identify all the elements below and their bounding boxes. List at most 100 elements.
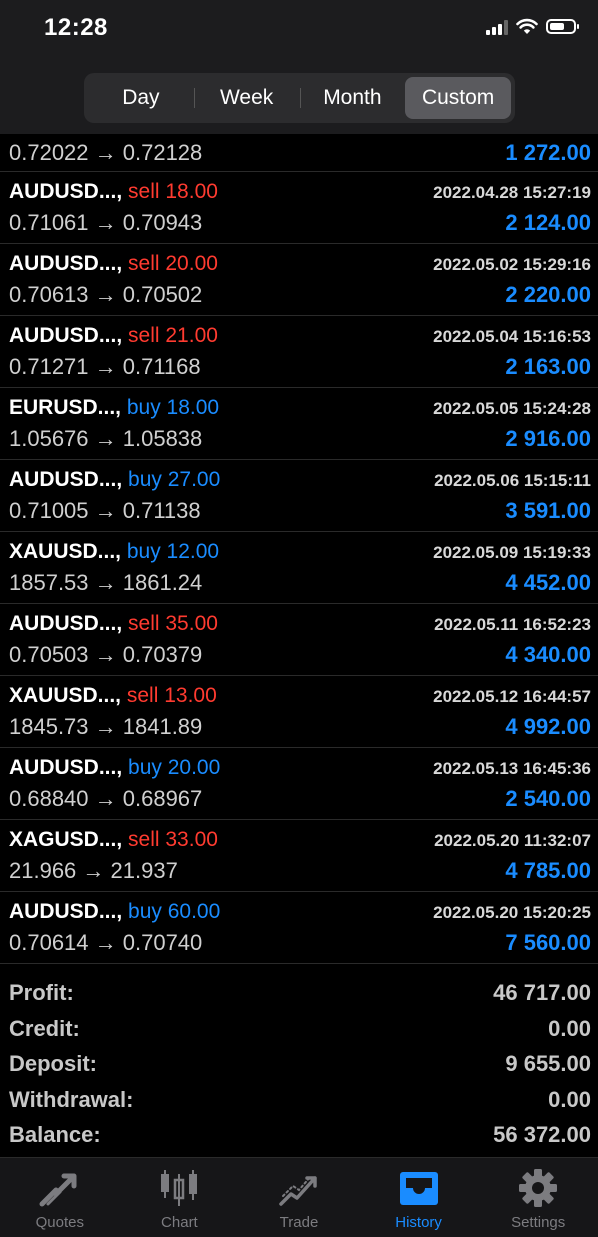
- trade-side-volume: sell 18.00: [128, 180, 218, 203]
- table-row[interactable]: EURUSD..., buy 18.00 2022.05.05 15:24:28 1…: [0, 388, 598, 460]
- trade-datetime: 2022.05.20 11:32:07: [434, 831, 591, 850]
- trade-datetime: 2022.05.05 15:24:28: [433, 399, 591, 418]
- trade-profit: 7 560.00: [505, 930, 591, 955]
- summary-profit: Profit: 46 717.00: [0, 975, 598, 1011]
- trade-datetime: 2022.05.12 16:44:57: [433, 687, 591, 706]
- trade-profit: 4 340.00: [505, 642, 591, 667]
- trade-symbol: XAUUSD..., buy 12.00: [9, 540, 219, 564]
- period-week[interactable]: Week: [193, 77, 300, 119]
- price-range: 0.68840 → 0.68967: [9, 786, 203, 811]
- trade-profit: 2 163.00: [505, 354, 591, 379]
- trade-profit: 4 452.00: [505, 570, 591, 595]
- tab-label: Settings: [511, 1214, 566, 1231]
- tab-history[interactable]: History: [359, 1158, 479, 1237]
- summary-label: Balance:: [9, 1122, 101, 1147]
- table-row[interactable]: AUDUSD..., buy 27.00 2022.05.06 15:15:11 0…: [0, 460, 598, 532]
- trade-datetime: 2022.05.09 15:19:33: [433, 543, 591, 562]
- period-day[interactable]: Day: [88, 77, 194, 119]
- trade-icon: [279, 1175, 317, 1206]
- trade-datetime: 2022.05.06 15:15:11: [434, 471, 591, 490]
- period-segmented-control: Day Week Month Custom: [84, 73, 515, 123]
- trade-side-volume: sell 33.00: [128, 828, 218, 851]
- symbol-name: AUDUSD...,: [9, 252, 123, 275]
- history-list: 0.72022 → 0.72128 1 272.00 AUDUSD..., se…: [0, 134, 598, 964]
- trade-symbol: AUDUSD..., sell 20.00: [9, 252, 218, 276]
- trade-symbol: XAGUSD..., sell 33.00: [9, 828, 218, 852]
- table-row[interactable]: XAUUSD..., buy 12.00 2022.05.09 15:19:33 1…: [0, 532, 598, 604]
- trade-profit: 2 916.00: [505, 426, 591, 451]
- trade-symbol: XAUUSD..., sell 13.00: [9, 684, 217, 708]
- price-range: 1857.53 → 1861.24: [9, 570, 203, 595]
- table-row[interactable]: AUDUSD..., sell 20.00 2022.05.02 15:29:16…: [0, 244, 598, 316]
- table-row[interactable]: AUDUSD..., buy 60.00 2022.05.20 15:20:25 0…: [0, 892, 598, 964]
- table-row[interactable]: AUDUSD..., sell 35.00 2022.05.11 16:52:23…: [0, 604, 598, 676]
- trade-side-volume: sell 21.00: [128, 324, 218, 347]
- trade-symbol: AUDUSD..., sell 21.00: [9, 324, 218, 348]
- table-row[interactable]: XAGUSD..., sell 33.00 2022.05.20 11:32:07…: [0, 820, 598, 892]
- trade-side-volume: sell 35.00: [128, 612, 218, 635]
- tab-settings[interactable]: Settings: [478, 1158, 598, 1237]
- trade-datetime: 2022.05.11 16:52:23: [434, 615, 591, 634]
- summary-value: 9 655.00: [505, 1051, 591, 1076]
- tab-label: Chart: [161, 1214, 198, 1231]
- table-row[interactable]: AUDUSD..., sell 18.00 2022.04.28 15:27:19…: [0, 172, 598, 244]
- table-row[interactable]: XAUUSD..., sell 13.00 2022.05.12 16:44:57…: [0, 676, 598, 748]
- trade-profit: 3 591.00: [505, 498, 591, 523]
- trade-profit: 4 992.00: [505, 714, 591, 739]
- symbol-name: AUDUSD...,: [9, 900, 123, 923]
- trade-datetime: 2022.05.20 15:20:25: [433, 903, 591, 922]
- tab-label: Trade: [279, 1214, 319, 1231]
- tab-trade[interactable]: Trade: [239, 1158, 359, 1237]
- price-range: 1.05676 → 1.05838: [9, 426, 203, 451]
- summary-label: Profit:: [9, 980, 74, 1005]
- cellular-signal-icon: [486, 19, 508, 35]
- candlestick-chart-icon: [161, 1170, 198, 1206]
- symbol-name: EURUSD...,: [9, 396, 122, 419]
- trade-profit: 2 124.00: [505, 210, 591, 235]
- symbol-name: XAUUSD...,: [9, 540, 122, 563]
- table-row[interactable]: 0.72022 → 0.72128 1 272.00: [0, 134, 598, 172]
- gear-icon: [519, 1169, 558, 1207]
- tab-quotes[interactable]: Quotes: [0, 1158, 120, 1237]
- summary-withdrawal: Withdrawal: 0.00: [0, 1082, 598, 1118]
- summary-value: 46 717.00: [493, 980, 591, 1005]
- period-custom[interactable]: Custom: [405, 77, 511, 119]
- summary-value: 0.00: [548, 1086, 591, 1112]
- price-range: 0.70613 → 0.70502: [9, 282, 203, 307]
- trade-datetime: 2022.05.04 15:16:53: [433, 327, 591, 346]
- trade-profit: 2 220.00: [505, 282, 591, 307]
- account-summary: Profit: 46 717.00 Credit: 0.00 Deposit: …: [0, 975, 598, 1153]
- tab-chart[interactable]: Chart: [120, 1158, 240, 1237]
- symbol-name: AUDUSD...,: [9, 612, 123, 635]
- trade-datetime: 2022.04.28 15:27:19: [433, 183, 591, 202]
- summary-label: Deposit:: [9, 1051, 97, 1076]
- trade-profit: 4 785.00: [505, 858, 591, 883]
- summary-label: Withdrawal:: [9, 1086, 134, 1112]
- table-row[interactable]: AUDUSD..., buy 20.00 2022.05.13 16:45:36 0…: [0, 748, 598, 820]
- inbox-history-icon: [399, 1172, 438, 1205]
- trade-side-volume: buy 60.00: [128, 900, 221, 923]
- price-range: 0.71271 → 0.71168: [9, 354, 201, 379]
- trade-side-volume: buy 18.00: [126, 396, 220, 419]
- trade-profit: 2 540.00: [505, 786, 591, 811]
- summary-label: Credit:: [9, 1015, 80, 1041]
- trade-side-volume: buy 27.00: [128, 468, 221, 491]
- tab-label: History: [395, 1214, 442, 1231]
- battery-icon: [546, 19, 579, 34]
- trade-datetime: 2022.05.02 15:29:16: [433, 255, 591, 274]
- trade-symbol: AUDUSD..., buy 60.00: [9, 900, 220, 924]
- symbol-name: AUDUSD...,: [9, 324, 123, 347]
- price-range: 0.71061 → 0.70943: [9, 210, 203, 235]
- symbol-name: XAGUSD...,: [9, 828, 123, 851]
- quotes-icon: [39, 1173, 77, 1207]
- trade-datetime: 2022.05.13 16:45:36: [433, 759, 591, 778]
- period-month[interactable]: Month: [299, 77, 406, 119]
- tab-label: Quotes: [35, 1214, 84, 1231]
- trade-symbol: AUDUSD..., sell 35.00: [9, 612, 218, 636]
- price-range: 0.70614 → 0.70740: [9, 930, 203, 955]
- table-row[interactable]: AUDUSD..., sell 21.00 2022.05.04 15:16:53…: [0, 316, 598, 388]
- trade-symbol: AUDUSD..., buy 20.00: [9, 756, 220, 780]
- trade-side-volume: buy 12.00: [126, 540, 220, 563]
- wifi-icon: [516, 18, 538, 34]
- trade-side-volume: sell 20.00: [128, 252, 218, 275]
